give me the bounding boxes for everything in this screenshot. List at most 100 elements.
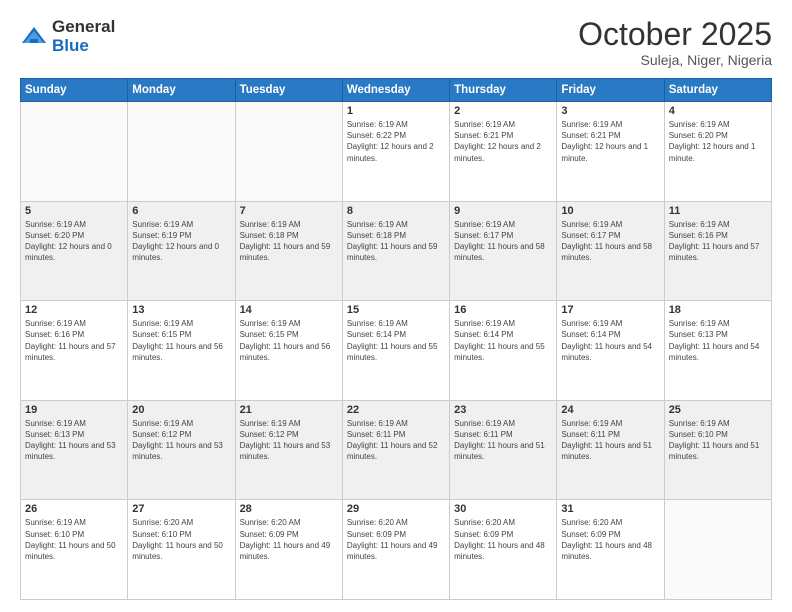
day-number: 1 xyxy=(347,105,445,117)
calendar-cell xyxy=(21,102,128,202)
col-thursday: Thursday xyxy=(450,79,557,102)
calendar-cell: 6 Sunrise: 6:19 AM Sunset: 6:19 PM Daylig… xyxy=(128,201,235,301)
day-number: 29 xyxy=(347,503,445,515)
calendar-cell: 11 Sunrise: 6:19 AM Sunset: 6:16 PM Dayli… xyxy=(664,201,771,301)
day-number: 13 xyxy=(132,304,230,316)
col-saturday: Saturday xyxy=(664,79,771,102)
day-number: 26 xyxy=(25,503,123,515)
calendar-week-row: 19 Sunrise: 6:19 AM Sunset: 6:13 PM Dayli… xyxy=(21,400,772,500)
calendar-cell: 18 Sunrise: 6:19 AM Sunset: 6:13 PM Dayli… xyxy=(664,301,771,401)
day-info: Sunrise: 6:20 AM Sunset: 6:09 PM Dayligh… xyxy=(347,517,445,562)
day-number: 8 xyxy=(347,205,445,217)
col-wednesday: Wednesday xyxy=(342,79,449,102)
calendar-week-row: 12 Sunrise: 6:19 AM Sunset: 6:16 PM Dayli… xyxy=(21,301,772,401)
calendar-header-row: Sunday Monday Tuesday Wednesday Thursday… xyxy=(21,79,772,102)
calendar-cell: 13 Sunrise: 6:19 AM Sunset: 6:15 PM Dayli… xyxy=(128,301,235,401)
day-info: Sunrise: 6:19 AM Sunset: 6:18 PM Dayligh… xyxy=(347,219,445,264)
calendar-cell: 8 Sunrise: 6:19 AM Sunset: 6:18 PM Daylig… xyxy=(342,201,449,301)
day-number: 14 xyxy=(240,304,338,316)
day-number: 22 xyxy=(347,404,445,416)
calendar-cell: 5 Sunrise: 6:19 AM Sunset: 6:20 PM Daylig… xyxy=(21,201,128,301)
day-info: Sunrise: 6:19 AM Sunset: 6:15 PM Dayligh… xyxy=(240,318,338,363)
calendar-cell xyxy=(664,500,771,600)
calendar-cell: 29 Sunrise: 6:20 AM Sunset: 6:09 PM Dayli… xyxy=(342,500,449,600)
day-info: Sunrise: 6:19 AM Sunset: 6:14 PM Dayligh… xyxy=(454,318,552,363)
day-number: 23 xyxy=(454,404,552,416)
day-info: Sunrise: 6:19 AM Sunset: 6:14 PM Dayligh… xyxy=(561,318,659,363)
day-number: 6 xyxy=(132,205,230,217)
day-info: Sunrise: 6:19 AM Sunset: 6:20 PM Dayligh… xyxy=(669,119,767,164)
calendar-cell: 1Sunrise: 6:19 AM Sunset: 6:22 PM Daylig… xyxy=(342,102,449,202)
day-info: Sunrise: 6:19 AM Sunset: 6:12 PM Dayligh… xyxy=(240,418,338,463)
calendar-cell: 30 Sunrise: 6:20 AM Sunset: 6:09 PM Dayli… xyxy=(450,500,557,600)
day-number: 10 xyxy=(561,205,659,217)
calendar-cell: 23Sunrise: 6:19 AM Sunset: 6:11 PM Dayli… xyxy=(450,400,557,500)
calendar-table: Sunday Monday Tuesday Wednesday Thursday… xyxy=(20,78,772,600)
logo-general: General xyxy=(52,18,115,37)
day-info: Sunrise: 6:19 AM Sunset: 6:13 PM Dayligh… xyxy=(669,318,767,363)
calendar-cell: 2Sunrise: 6:19 AM Sunset: 6:21 PM Daylig… xyxy=(450,102,557,202)
calendar-cell: 12 Sunrise: 6:19 AM Sunset: 6:16 PM Dayli… xyxy=(21,301,128,401)
day-info: Sunrise: 6:20 AM Sunset: 6:09 PM Dayligh… xyxy=(454,517,552,562)
day-info: Sunrise: 6:19 AM Sunset: 6:17 PM Dayligh… xyxy=(454,219,552,264)
day-number: 27 xyxy=(132,503,230,515)
day-number: 12 xyxy=(25,304,123,316)
day-number: 3 xyxy=(561,105,659,117)
logo-blue: Blue xyxy=(52,37,115,56)
day-info: Sunrise: 6:19 AM Sunset: 6:12 PM Dayligh… xyxy=(132,418,230,463)
calendar-cell: 9Sunrise: 6:19 AM Sunset: 6:17 PM Daylig… xyxy=(450,201,557,301)
calendar-week-row: 26 Sunrise: 6:19 AM Sunset: 6:10 PM Dayli… xyxy=(21,500,772,600)
logo-icon xyxy=(20,23,48,51)
day-info: Sunrise: 6:19 AM Sunset: 6:16 PM Dayligh… xyxy=(25,318,123,363)
day-info: Sunrise: 6:19 AM Sunset: 6:15 PM Dayligh… xyxy=(132,318,230,363)
day-info: Sunrise: 6:19 AM Sunset: 6:17 PM Dayligh… xyxy=(561,219,659,264)
day-info: Sunrise: 6:20 AM Sunset: 6:09 PM Dayligh… xyxy=(561,517,659,562)
title-block: October 2025 Suleja, Niger, Nigeria xyxy=(578,18,772,68)
calendar-cell: 20 Sunrise: 6:19 AM Sunset: 6:12 PM Dayli… xyxy=(128,400,235,500)
col-friday: Friday xyxy=(557,79,664,102)
calendar-cell: 15 Sunrise: 6:19 AM Sunset: 6:14 PM Dayli… xyxy=(342,301,449,401)
page: General Blue October 2025 Suleja, Niger,… xyxy=(0,0,792,612)
day-number: 28 xyxy=(240,503,338,515)
day-info: Sunrise: 6:20 AM Sunset: 6:10 PM Dayligh… xyxy=(132,517,230,562)
day-info: Sunrise: 6:19 AM Sunset: 6:11 PM Dayligh… xyxy=(347,418,445,463)
day-number: 19 xyxy=(25,404,123,416)
day-number: 15 xyxy=(347,304,445,316)
day-number: 2 xyxy=(454,105,552,117)
col-sunday: Sunday xyxy=(21,79,128,102)
col-tuesday: Tuesday xyxy=(235,79,342,102)
header: General Blue October 2025 Suleja, Niger,… xyxy=(20,18,772,68)
day-info: Sunrise: 6:19 AM Sunset: 6:11 PM Dayligh… xyxy=(561,418,659,463)
day-number: 24 xyxy=(561,404,659,416)
day-number: 20 xyxy=(132,404,230,416)
calendar-cell: 10 Sunrise: 6:19 AM Sunset: 6:17 PM Dayli… xyxy=(557,201,664,301)
day-info: Sunrise: 6:19 AM Sunset: 6:19 PM Dayligh… xyxy=(132,219,230,264)
day-number: 17 xyxy=(561,304,659,316)
calendar-week-row: 1Sunrise: 6:19 AM Sunset: 6:22 PM Daylig… xyxy=(21,102,772,202)
day-number: 5 xyxy=(25,205,123,217)
calendar-cell: 27 Sunrise: 6:20 AM Sunset: 6:10 PM Dayli… xyxy=(128,500,235,600)
calendar-cell: 21 Sunrise: 6:19 AM Sunset: 6:12 PM Dayli… xyxy=(235,400,342,500)
calendar-cell: 25Sunrise: 6:19 AM Sunset: 6:10 PM Dayli… xyxy=(664,400,771,500)
day-number: 18 xyxy=(669,304,767,316)
day-info: Sunrise: 6:19 AM Sunset: 6:21 PM Dayligh… xyxy=(561,119,659,164)
day-number: 11 xyxy=(669,205,767,217)
month-title: October 2025 xyxy=(578,18,772,50)
calendar-cell: 19 Sunrise: 6:19 AM Sunset: 6:13 PM Dayli… xyxy=(21,400,128,500)
day-number: 30 xyxy=(454,503,552,515)
day-info: Sunrise: 6:19 AM Sunset: 6:10 PM Dayligh… xyxy=(25,517,123,562)
calendar-cell xyxy=(128,102,235,202)
calendar-cell xyxy=(235,102,342,202)
day-number: 21 xyxy=(240,404,338,416)
calendar-cell: 24 Sunrise: 6:19 AM Sunset: 6:11 PM Dayli… xyxy=(557,400,664,500)
day-info: Sunrise: 6:19 AM Sunset: 6:14 PM Dayligh… xyxy=(347,318,445,363)
calendar-cell: 16 Sunrise: 6:19 AM Sunset: 6:14 PM Dayli… xyxy=(450,301,557,401)
day-info: Sunrise: 6:19 AM Sunset: 6:16 PM Dayligh… xyxy=(669,219,767,264)
calendar-cell: 22 Sunrise: 6:19 AM Sunset: 6:11 PM Dayli… xyxy=(342,400,449,500)
day-info: Sunrise: 6:19 AM Sunset: 6:20 PM Dayligh… xyxy=(25,219,123,264)
day-number: 25 xyxy=(669,404,767,416)
calendar-cell: 3 Sunrise: 6:19 AM Sunset: 6:21 PM Daylig… xyxy=(557,102,664,202)
calendar-cell: 14 Sunrise: 6:19 AM Sunset: 6:15 PM Dayli… xyxy=(235,301,342,401)
day-info: Sunrise: 6:19 AM Sunset: 6:13 PM Dayligh… xyxy=(25,418,123,463)
day-number: 16 xyxy=(454,304,552,316)
